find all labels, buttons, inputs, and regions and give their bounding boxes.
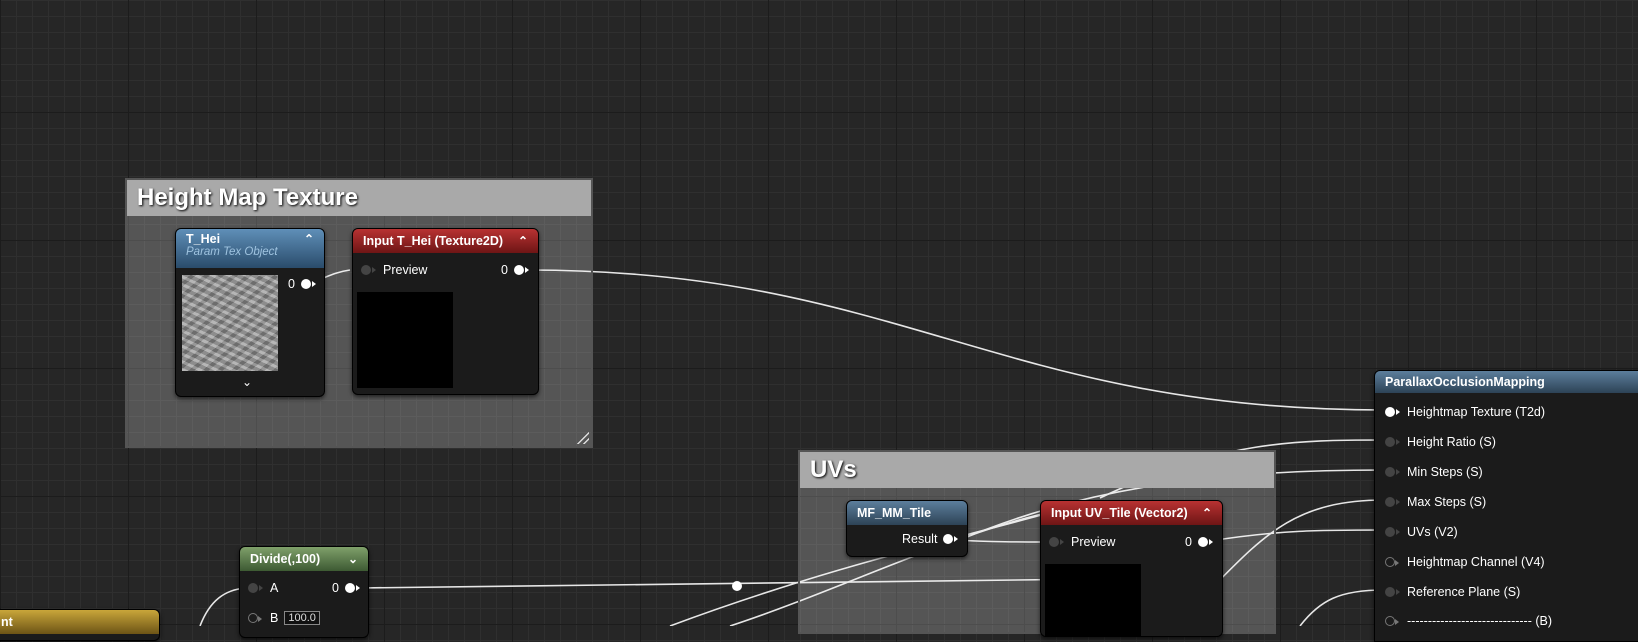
input-a-row[interactable]: A — [248, 581, 278, 595]
node-title: nt — [1, 615, 13, 629]
node-title: Input T_Hei (Texture2D) — [363, 234, 504, 248]
input-pin[interactable] — [361, 265, 376, 275]
node-divide[interactable]: Divide(,100) ⌄ A 0 B 100.0 — [239, 546, 369, 638]
input-pin[interactable] — [1385, 497, 1400, 507]
result-pin-row[interactable]: Result — [902, 532, 959, 546]
input-pin[interactable] — [248, 613, 262, 623]
wire-input-to-heightmap — [527, 269, 1385, 411]
input-pin[interactable] — [1385, 587, 1400, 597]
output-pin-row[interactable]: 0 — [1185, 535, 1213, 549]
preview-pin-row[interactable]: Preview — [361, 263, 427, 277]
output-pin[interactable] — [943, 534, 959, 544]
output-pin-row[interactable]: 0 — [501, 263, 529, 277]
preview-swatch — [357, 292, 453, 388]
input-b-row[interactable]: B 100.0 — [248, 611, 320, 625]
input-pin[interactable] — [1385, 437, 1400, 447]
output-pin[interactable] — [300, 279, 316, 289]
input-pin[interactable] — [1385, 527, 1400, 537]
chevron-up-icon[interactable]: ⌃ — [518, 234, 528, 248]
node-subtitle: Param Tex Object — [186, 246, 278, 258]
pin-reference-plane[interactable]: Reference Plane (S) — [1385, 585, 1520, 599]
comment-title: Height Map Texture — [127, 180, 591, 216]
node-t-hei[interactable]: T_Hei Param Tex Object ⌃ 0 ⌄ — [175, 228, 325, 397]
input-pin[interactable] — [1385, 557, 1399, 567]
input-pin[interactable] — [1049, 537, 1064, 547]
output-pin-row[interactable]: 0 — [288, 277, 316, 291]
preview-pin-row[interactable]: Preview — [1049, 535, 1115, 549]
pin-max-steps[interactable]: Max Steps (S) — [1385, 495, 1486, 509]
pin-height-ratio[interactable]: Height Ratio (S) — [1385, 435, 1496, 449]
wire-reroute-knot — [732, 581, 742, 591]
pin-heightmap-channel[interactable]: Heightmap Channel (V4) — [1385, 555, 1545, 569]
chevron-down-icon[interactable]: ⌄ — [242, 375, 252, 389]
b-value-field[interactable]: 100.0 — [284, 611, 320, 625]
chevron-down-icon[interactable]: ⌄ — [348, 552, 358, 566]
node-parallax-occlusion-mapping[interactable]: ParallaxOcclusionMapping Heightmap Textu… — [1374, 370, 1638, 642]
node-mf-mm-tile[interactable]: MF_MM_Tile Result — [846, 500, 968, 557]
node-partial-left[interactable]: nt — [0, 609, 160, 641]
chevron-up-icon[interactable]: ⌃ — [1202, 506, 1212, 520]
output-pin[interactable] — [344, 583, 360, 593]
pin-min-steps[interactable]: Min Steps (S) — [1385, 465, 1483, 479]
node-title: Divide(,100) — [250, 552, 321, 566]
node-input-uv-tile[interactable]: Input UV_Tile (Vector2) ⌃ Preview 0 — [1040, 500, 1223, 637]
wire-to-ref-plane — [1299, 589, 1385, 626]
chevron-up-icon[interactable]: ⌃ — [304, 232, 314, 246]
output-pin-row[interactable]: 0 — [332, 581, 360, 595]
input-pin[interactable] — [1385, 616, 1399, 626]
resize-grip-icon[interactable] — [577, 432, 589, 444]
comment-title: UVs — [800, 452, 1274, 488]
input-pin[interactable] — [1385, 407, 1400, 417]
node-title: ParallaxOcclusionMapping — [1385, 375, 1545, 389]
pin-heightmap-texture[interactable]: Heightmap Texture (T2d) — [1385, 405, 1545, 419]
output-pin[interactable] — [513, 265, 529, 275]
node-title: MF_MM_Tile — [857, 506, 932, 520]
node-input-t-hei[interactable]: Input T_Hei (Texture2D) ⌃ Preview 0 — [352, 228, 539, 395]
output-pin[interactable] — [1197, 537, 1213, 547]
node-title: Input UV_Tile (Vector2) — [1051, 506, 1188, 520]
node-title: T_Hei — [186, 232, 221, 246]
input-pin[interactable] — [1385, 467, 1400, 477]
texture-thumbnail — [182, 275, 278, 371]
input-pin[interactable] — [248, 583, 263, 593]
pin-uvs[interactable]: UVs (V2) — [1385, 525, 1458, 539]
preview-swatch — [1045, 564, 1141, 636]
